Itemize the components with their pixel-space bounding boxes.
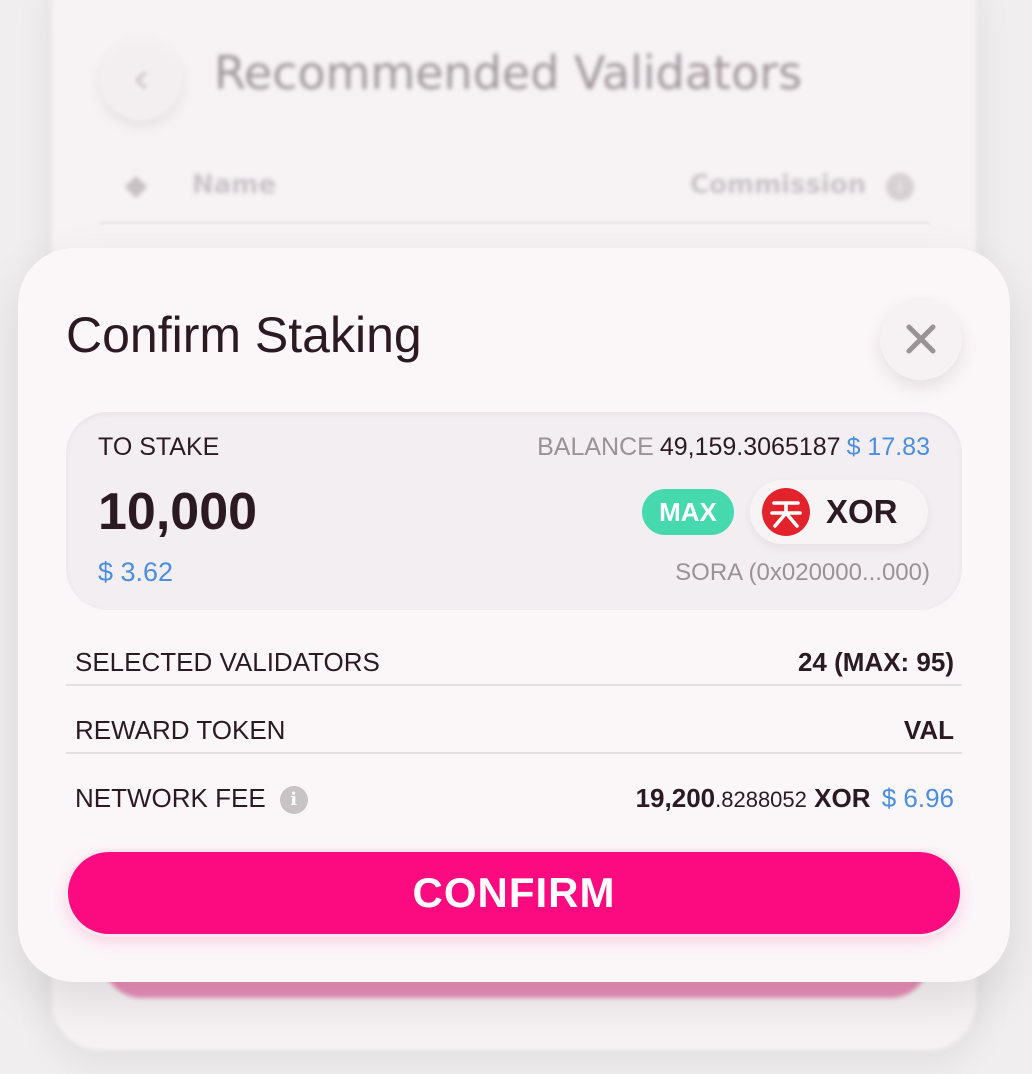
column-header-commission[interactable]: Commission (690, 170, 866, 200)
network-fee-row: NETWORK FEE i 19,200.8288052 XOR $ 6.96 (66, 765, 962, 831)
balance-label: BALANCE (537, 433, 654, 461)
divider (100, 222, 930, 224)
background-page-title: Recommended Validators (214, 46, 803, 100)
max-button[interactable]: MAX (642, 489, 734, 535)
token-network-label: SORA (0x020000...000) (675, 559, 930, 586)
row-divider (66, 684, 962, 686)
row-divider (66, 752, 962, 754)
balance-row: BALANCE 49,159.3065187 $ 17.83 (537, 433, 930, 462)
close-icon (906, 324, 936, 354)
column-header-name[interactable]: Name (192, 170, 276, 200)
balance-usd: $ 17.83 (846, 433, 930, 461)
xor-token-icon (762, 488, 810, 536)
confirm-button[interactable]: CONFIRM (68, 852, 960, 934)
stake-amount-panel: TO STAKE BALANCE 49,159.3065187 $ 17.83 10… (66, 412, 962, 610)
close-button[interactable] (880, 298, 962, 380)
fee-token: XOR (814, 783, 871, 813)
back-button[interactable]: ‹ (100, 38, 182, 120)
fee-usd: $ 6.96 (881, 783, 954, 813)
info-icon[interactable]: i (886, 173, 914, 201)
network-fee-label-wrap: NETWORK FEE i (75, 765, 308, 831)
to-stake-label: TO STAKE (98, 433, 220, 461)
token-selector[interactable]: XOR (750, 480, 928, 544)
confirm-staking-dialog: Confirm Staking TO STAKE BALANCE 49,159.3… (18, 248, 1010, 982)
token-symbol: XOR (826, 493, 898, 530)
fee-integer: 19,200 (635, 783, 716, 813)
network-fee-label: NETWORK FEE (75, 783, 266, 813)
stake-amount-input[interactable]: 10,000 (98, 482, 257, 542)
stake-amount-usd: $ 3.62 (98, 557, 174, 587)
chevron-left-icon: ‹ (132, 53, 150, 104)
network-fee-value: 19,200.8288052 XOR $ 6.96 (636, 765, 954, 833)
balance-value: 49,159.3065187 (659, 433, 841, 461)
info-icon[interactable]: i (279, 786, 308, 815)
fee-decimal: .8288052 (715, 787, 807, 812)
dialog-title: Confirm Staking (66, 307, 422, 363)
